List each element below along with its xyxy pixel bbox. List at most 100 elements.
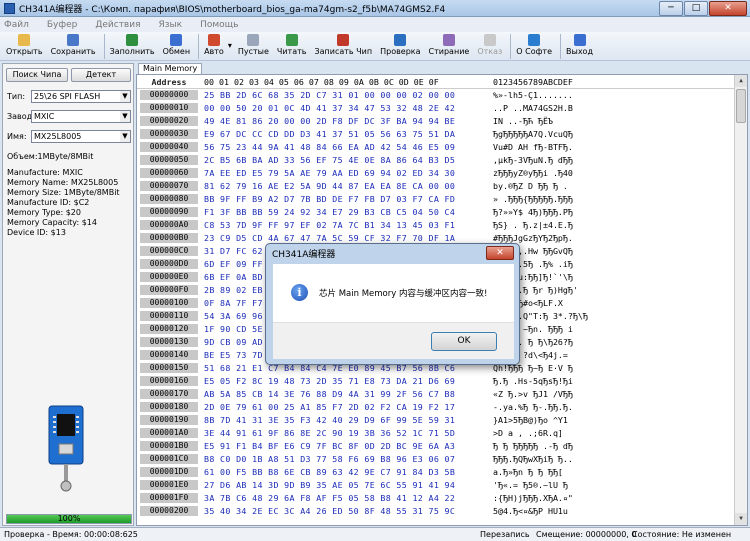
row-ascii[interactable]: >D a , .;6R.q] <box>493 428 563 439</box>
row-ascii[interactable]: IN ..-ЂЋ ЂЁЪ <box>493 116 553 127</box>
erase-button[interactable]: Стирание <box>429 32 469 56</box>
row-address: 00000180 <box>140 402 198 412</box>
detect-button[interactable]: Детект <box>71 68 131 82</box>
row-ascii[interactable]: :{ЂH)jЂЂЂ.XЂA.¤" <box>493 493 573 504</box>
about-button[interactable]: О Софте <box>516 32 552 56</box>
row-ascii[interactable]: zЂЂЂyZ®yЂЂi .Ђ40 <box>493 168 573 179</box>
row-ascii[interactable]: a.Ђ»Ђn Ђ Ђ ЂЂ[ <box>493 467 563 478</box>
swap-button[interactable]: Обмен <box>163 32 190 56</box>
row-hex-bytes[interactable]: 3E 44 91 61 9F 86 8E 2C 90 19 3B 36 52 1… <box>204 428 455 439</box>
blank-chip-icon <box>247 34 260 46</box>
row-address: 00000090 <box>140 207 198 217</box>
write-chip-button[interactable]: Записать Чип <box>315 32 372 56</box>
read-chip-icon <box>285 34 298 46</box>
row-hex-bytes[interactable]: 2C B5 6B BA AD 33 56 EF 75 4E 0E 8A 86 6… <box>204 155 455 166</box>
find-chip-button[interactable]: Поиск Чипа <box>6 68 68 82</box>
row-ascii[interactable]: Ђ Ђ ЂЂЂЂЂ .-Ђ dЂ <box>493 441 573 452</box>
menu-language[interactable]: Язык <box>159 20 183 30</box>
scroll-up-icon[interactable]: ▲ <box>735 75 747 87</box>
app-icon <box>4 2 15 14</box>
row-hex-bytes[interactable]: 49 4E 81 86 20 00 00 2D F8 DF DC 3F BA 9… <box>204 116 455 127</box>
toolbar-separator <box>510 34 512 59</box>
row-hex-bytes[interactable]: 3A 7B C6 48 29 6A F8 AF F5 05 58 B8 41 1… <box>204 493 455 504</box>
menu-file[interactable]: Файл <box>4 20 29 30</box>
row-hex-bytes[interactable]: E5 05 F2 8C 19 48 73 2D 35 71 E8 73 DA 2… <box>204 376 455 387</box>
row-ascii[interactable]: 'Ђ«.= Ђ5®.~lU Ђ <box>493 480 568 491</box>
open-button[interactable]: Открыть <box>6 32 43 56</box>
auto-icon <box>207 34 220 46</box>
eraser-icon <box>442 34 455 46</box>
chip-detail: Manufacture ID: $C2 <box>7 198 90 207</box>
row-hex-bytes[interactable]: 25 BB 2D 6C 68 35 2D C7 31 01 00 00 00 0… <box>204 90 455 101</box>
status-state: Состояние: Не изменен <box>632 530 732 539</box>
row-address: 000000B0 <box>140 233 198 243</box>
chip-detail: Manufacture: MXIC <box>7 168 83 177</box>
row-ascii[interactable]: Vu#D AH fЂ-BTFЂ. <box>493 142 573 153</box>
row-hex-bytes[interactable]: 00 00 50 20 01 0C 4D 41 37 34 47 53 32 4… <box>204 103 455 114</box>
status-operation: Проверка - Время: 00:00:08:625 <box>4 530 138 539</box>
scroll-down-icon[interactable]: ▼ <box>735 513 747 525</box>
row-ascii[interactable]: » .ЂЂЂ{ЂЂЂЂЂ.ЂЂЂ <box>493 194 573 205</box>
verify-button[interactable]: Проверка <box>380 32 421 56</box>
row-hex-bytes[interactable]: E5 91 F1 B4 BF E6 C9 7F BC 8F 0D 2D BC 9… <box>204 441 455 452</box>
name-select[interactable]: MX25L8005 ▼ <box>31 130 131 143</box>
vertical-scrollbar[interactable]: ▲ ▼ <box>734 75 747 525</box>
read-button[interactable]: Читать <box>277 32 307 56</box>
blank-check-button[interactable]: Пустые <box>238 32 269 56</box>
row-ascii[interactable]: ЂЂЂ.ЂQЂwXЂiЂ Ђ.. <box>493 454 573 465</box>
row-ascii[interactable]: -.ya.%Ђ Ђ-.ЂЂ.Ђ. <box>493 402 573 413</box>
auto-dropdown[interactable]: ▾ <box>228 32 232 50</box>
row-hex-bytes[interactable]: BB 9F FF B9 A2 D7 7B BD DE F7 FB D7 03 F… <box>204 194 455 205</box>
row-ascii[interactable]: ЂS} . Ђ.z|±4.E.Ђ <box>493 220 573 231</box>
row-ascii[interactable]: Ђ?»»Y$ 4Ђ)ЂЂЂ.PЂ <box>493 207 573 218</box>
row-hex-bytes[interactable]: AB 5A 85 CB 14 3E 76 88 D9 4A 31 99 2F 5… <box>204 389 455 400</box>
row-ascii[interactable]: %»-lh5-Ç1....... <box>493 90 573 101</box>
address-header: Address <box>151 77 187 87</box>
row-ascii[interactable]: Ђ.Ђ .Hs-5qЂsЂ!Ђi <box>493 376 573 387</box>
auto-button[interactable]: Авто <box>204 32 224 56</box>
row-hex-bytes[interactable]: 35 40 34 2E EC 3C A4 26 ED 50 8F 48 55 3… <box>204 506 455 517</box>
row-hex-bytes[interactable]: 27 D6 AB 14 3D 9D B9 35 AE 05 7E 6C 55 9… <box>204 480 455 491</box>
chip-panel: Поиск Чипа Детект Тип: 25\26 SPI FLASH ▼ … <box>2 63 134 526</box>
row-hex-bytes[interactable]: C8 53 7D 9F FF 97 EF 02 7A 7C B1 34 13 4… <box>204 220 455 231</box>
row-ascii[interactable]: «Z Ђ.>v ЂJ1 /VЂЂ <box>493 389 573 400</box>
menu-buffer[interactable]: Буфер <box>47 20 77 30</box>
row-hex-bytes[interactable]: E9 67 DC CC CD DD D3 41 37 51 05 56 63 7… <box>204 129 455 140</box>
dialog-message: 芯片 Main Memory 内容与缓冲区内容一致! <box>319 289 488 299</box>
menu-help[interactable]: Помощь <box>200 20 238 30</box>
row-ascii[interactable]: }A1>5ЂB@)Ђo ^Y1 <box>493 415 568 426</box>
row-hex-bytes[interactable]: 2D 0E 79 61 00 25 A1 85 F7 2D 02 F2 CA 1… <box>204 402 455 413</box>
dialog-title: CH341A编程器 <box>272 250 336 260</box>
row-hex-bytes[interactable]: B8 C0 D0 1B A8 51 D3 77 58 F6 69 B8 96 E… <box>204 454 455 465</box>
row-ascii[interactable]: ,µkЂ-3VЂuN.Ђ dЂЂ <box>493 155 573 166</box>
maximize-button[interactable]: □ <box>684 0 708 16</box>
row-ascii[interactable]: by.®ЂZ D ЂЂ Ђ . <box>493 181 568 192</box>
type-select[interactable]: 25\26 SPI FLASH ▼ <box>31 90 131 103</box>
row-address: 000000C0 <box>140 246 198 256</box>
row-ascii[interactable]: 5@4.Ђ<¤&ЂP HU1u <box>493 506 568 517</box>
row-hex-bytes[interactable]: F1 3F BB BB 59 24 92 34 E7 29 B3 CB C5 0… <box>204 207 455 218</box>
row-hex-bytes[interactable]: 81 62 79 16 AE E2 5A 9D 44 87 EA EA 8E C… <box>204 181 455 192</box>
row-hex-bytes[interactable]: 8B 7D 41 31 3E 35 F3 42 40 29 D9 6F 99 5… <box>204 415 455 426</box>
progress-text: 100% <box>57 514 81 523</box>
row-hex-bytes[interactable]: 61 00 F5 BB B8 6E CB 89 63 42 9E C7 91 8… <box>204 467 455 478</box>
minimize-button[interactable]: ─ <box>659 0 683 16</box>
row-address: 00000060 <box>140 168 198 178</box>
scroll-thumb[interactable] <box>736 89 746 123</box>
row-ascii[interactable]: ЂgЂЂЂЂЂA7Q.VcuQЂ <box>493 129 573 140</box>
row-hex-bytes[interactable]: 7A EE ED E5 79 5A AE 79 AA ED 69 94 02 E… <box>204 168 455 179</box>
exit-button[interactable]: Выход <box>566 32 593 56</box>
fill-button[interactable]: Заполнить <box>110 32 155 56</box>
message-dialog: CH341A编程器 ✕ i 芯片 Main Memory 内容与缓冲区内容一致!… <box>265 243 520 365</box>
menu-actions[interactable]: Действия <box>95 20 140 30</box>
tab-main-memory[interactable]: Main Memory <box>138 63 203 74</box>
cancel-button[interactable]: Отказ <box>477 32 502 56</box>
ok-button[interactable]: OK <box>431 332 497 351</box>
row-hex-bytes[interactable]: 56 75 23 44 9A 41 48 84 66 EA AD 42 54 4… <box>204 142 455 153</box>
close-button[interactable]: ✕ <box>709 0 747 16</box>
vendor-select[interactable]: MXIC ▼ <box>31 110 131 123</box>
row-ascii[interactable]: ..P ..MA74GS2H.B <box>493 103 573 114</box>
dialog-close-button[interactable]: ✕ <box>486 246 514 260</box>
row-address: 00000040 <box>140 142 198 152</box>
save-button[interactable]: Сохранить <box>51 32 96 56</box>
